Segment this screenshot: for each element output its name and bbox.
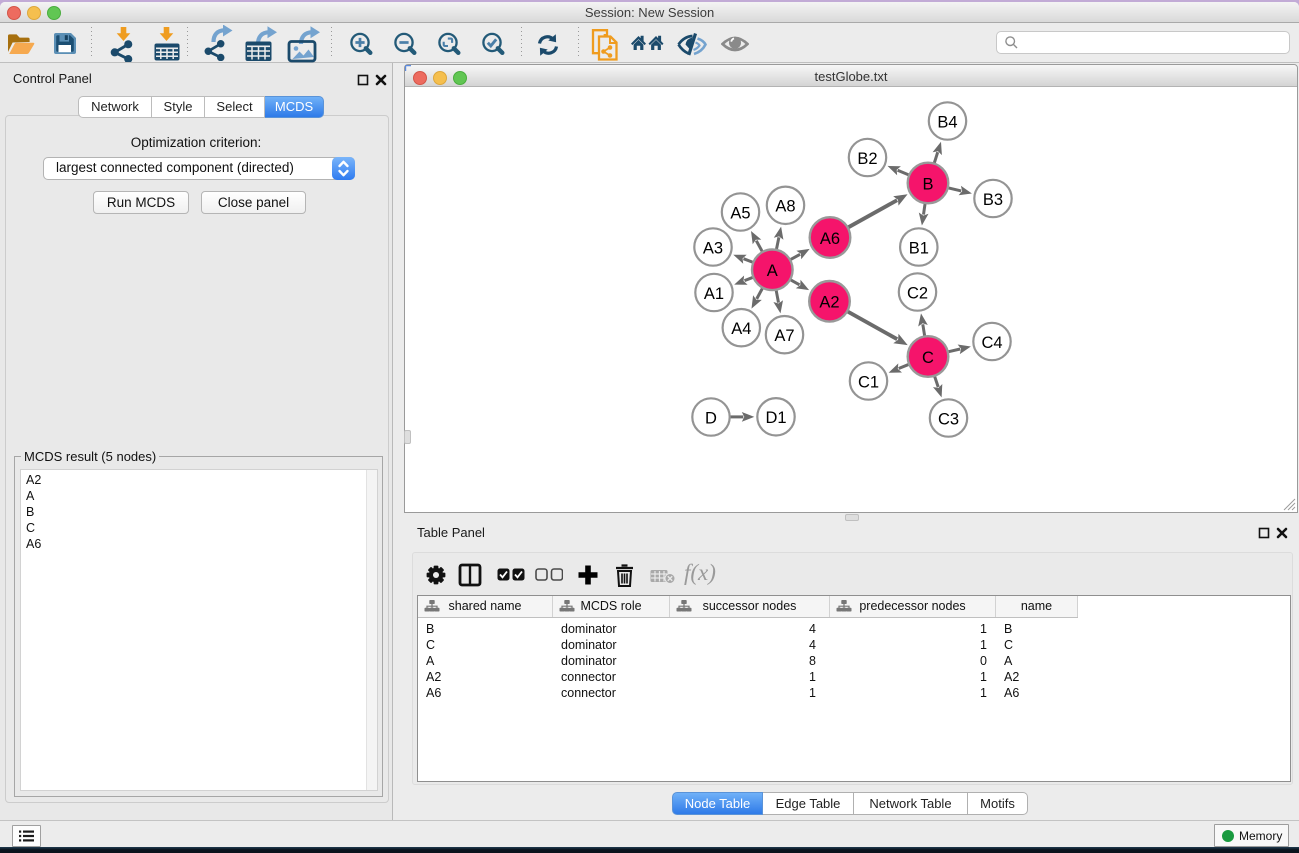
svg-text:C4: C4 <box>981 334 1002 352</box>
svg-text:A4: A4 <box>731 320 751 338</box>
svg-text:C2: C2 <box>907 284 928 302</box>
svg-text:B1: B1 <box>909 239 929 257</box>
svg-text:B3: B3 <box>983 191 1003 209</box>
svg-text:D: D <box>705 409 717 427</box>
svg-text:A7: A7 <box>774 327 794 345</box>
svg-text:C: C <box>922 349 934 367</box>
svg-text:B2: B2 <box>857 150 877 168</box>
svg-text:A8: A8 <box>775 198 795 216</box>
svg-text:A3: A3 <box>703 239 723 257</box>
svg-text:A5: A5 <box>730 204 750 222</box>
svg-text:A2: A2 <box>819 294 839 312</box>
svg-text:A: A <box>767 262 778 280</box>
svg-text:B4: B4 <box>937 113 957 131</box>
svg-text:C1: C1 <box>858 373 879 391</box>
svg-text:A6: A6 <box>820 230 840 248</box>
svg-text:A1: A1 <box>704 285 724 303</box>
svg-text:B: B <box>922 175 933 193</box>
svg-text:C3: C3 <box>938 410 959 428</box>
svg-text:D1: D1 <box>765 409 786 427</box>
